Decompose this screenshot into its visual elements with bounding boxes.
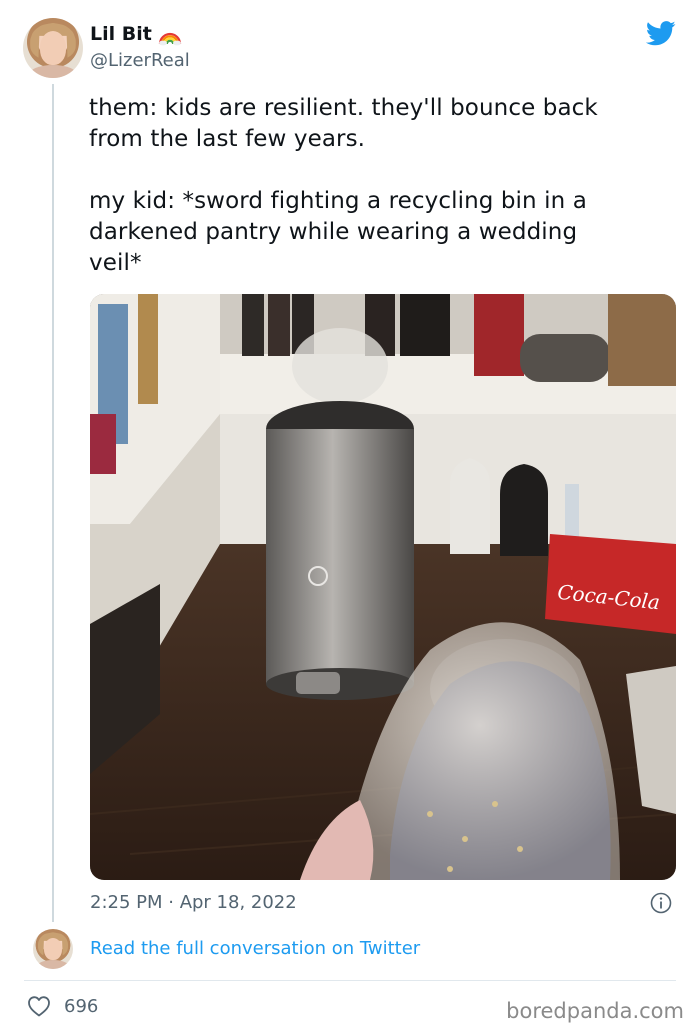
heart-icon[interactable] xyxy=(27,995,51,1017)
rainbow-icon xyxy=(158,32,182,46)
tweet-paragraph: them: kids are resilient. they'll bounce… xyxy=(89,95,598,152)
divider xyxy=(24,980,676,981)
tweet-photo[interactable]: Coca-Cola xyxy=(90,294,676,880)
avatar[interactable] xyxy=(23,18,83,78)
read-conversation-link[interactable]: Read the full conversation on Twitter xyxy=(90,937,420,961)
tweet-paragraph: my kid: *sword fighting a recycling bin … xyxy=(89,188,587,276)
pantry-scene-image: Coca-Cola xyxy=(90,294,676,880)
twitter-bird-icon[interactable] xyxy=(646,21,676,46)
tweet-card: Lil Bit @LizerReal them: kids are resili… xyxy=(0,0,700,1034)
tweet-timestamp[interactable]: 2:25 PM · Apr 18, 2022 xyxy=(90,891,297,915)
watermark: boredpanda.com xyxy=(506,999,684,1023)
tweet-text: them: kids are resilient. they'll bounce… xyxy=(89,93,679,279)
user-handle[interactable]: @LizerReal xyxy=(90,49,190,73)
thread-line xyxy=(52,84,54,922)
like-count: 696 xyxy=(64,996,99,1017)
info-icon[interactable] xyxy=(650,892,672,914)
avatar-small[interactable] xyxy=(33,929,73,969)
display-name[interactable]: Lil Bit xyxy=(90,22,152,46)
